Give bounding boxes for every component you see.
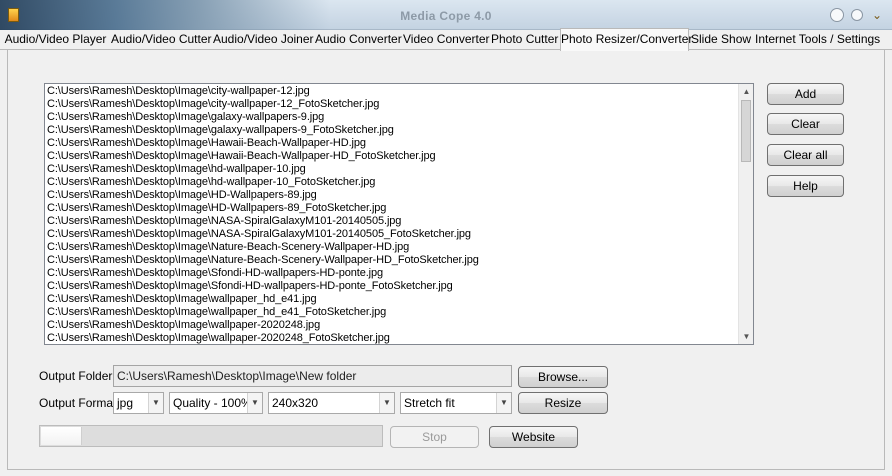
list-item[interactable]: C:\Users\Ramesh\Desktop\Image\wallpaper-… — [47, 332, 479, 344]
list-item[interactable]: C:\Users\Ramesh\Desktop\Image\NASA-Spira… — [47, 215, 479, 228]
list-item[interactable]: C:\Users\Ramesh\Desktop\Image\wallpaper_… — [47, 306, 479, 319]
vertical-scrollbar[interactable]: ▲ ▼ — [738, 84, 753, 344]
tab-photo-cutter[interactable]: Photo Cutter — [491, 30, 558, 50]
fit-select[interactable]: Stretch fit ▼ — [400, 392, 512, 414]
stop-button[interactable]: Stop — [390, 426, 479, 448]
list-item[interactable]: C:\Users\Ramesh\Desktop\Image\Nature-Bea… — [47, 254, 479, 267]
scroll-down-icon[interactable]: ▼ — [739, 329, 753, 344]
window-title: Media Cope 4.0 — [400, 9, 492, 23]
help-button[interactable]: Help — [767, 175, 844, 197]
add-button[interactable]: Add — [767, 83, 844, 105]
list-item[interactable]: C:\Users\Ramesh\Desktop\Image\HD-Wallpap… — [47, 202, 479, 215]
file-listbox[interactable]: C:\Users\Ramesh\Desktop\Image\city-wallp… — [44, 83, 754, 345]
chevron-down-icon[interactable]: ▼ — [148, 393, 163, 413]
list-item[interactable]: C:\Users\Ramesh\Desktop\Image\wallpaper_… — [47, 293, 479, 306]
tab-strip: Audio/Video Player Audio/Video Cutter Au… — [0, 28, 892, 51]
format-select[interactable]: jpg ▼ — [113, 392, 164, 414]
scroll-up-icon[interactable]: ▲ — [739, 84, 753, 99]
clear-button[interactable]: Clear — [767, 113, 844, 135]
list-item[interactable]: C:\Users\Ramesh\Desktop\Image\wallpaper-… — [47, 319, 479, 332]
scrollbar-thumb[interactable] — [741, 100, 751, 162]
list-item[interactable]: C:\Users\Ramesh\Desktop\Image\Nature-Bea… — [47, 241, 479, 254]
title-bar: Media Cope 4.0 ⌄ — [0, 0, 892, 30]
tab-photo-resizer-converter[interactable]: Photo Resizer/Converter — [560, 28, 692, 51]
file-list: C:\Users\Ramesh\Desktop\Image\city-wallp… — [47, 85, 479, 344]
fit-select-value: Stretch fit — [404, 396, 455, 410]
chevron-down-icon[interactable]: ▼ — [379, 393, 394, 413]
format-select-value: jpg — [117, 396, 134, 410]
clear-all-button[interactable]: Clear all — [767, 144, 844, 166]
list-item[interactable]: C:\Users\Ramesh\Desktop\Image\Hawaii-Bea… — [47, 150, 479, 163]
list-item[interactable]: C:\Users\Ramesh\Desktop\Image\galaxy-wal… — [47, 111, 479, 124]
tab-internet-tools-settings[interactable]: Internet Tools / Settings — [755, 30, 880, 50]
list-item[interactable]: C:\Users\Ramesh\Desktop\Image\HD-Wallpap… — [47, 189, 479, 202]
output-folder-label: Output Folder — [39, 369, 113, 383]
browse-button[interactable]: Browse... — [518, 366, 608, 388]
output-folder-field[interactable] — [113, 365, 512, 387]
website-button[interactable]: Website — [489, 426, 578, 448]
list-item[interactable]: C:\Users\Ramesh\Desktop\Image\Sfondi-HD-… — [47, 280, 479, 293]
progress-bar-fill — [41, 427, 82, 445]
list-item[interactable]: C:\Users\Ramesh\Desktop\Image\Sfondi-HD-… — [47, 267, 479, 280]
close-icon[interactable]: ⌄ — [870, 8, 884, 22]
chevron-down-icon[interactable]: ▼ — [247, 393, 262, 413]
size-select[interactable]: 240x320 ▼ — [268, 392, 395, 414]
list-item[interactable]: C:\Users\Ramesh\Desktop\Image\Hawaii-Bea… — [47, 137, 479, 150]
list-item[interactable]: C:\Users\Ramesh\Desktop\Image\city-wallp… — [47, 98, 479, 111]
tab-video-converter[interactable]: Video Converter — [403, 30, 490, 50]
list-item[interactable]: C:\Users\Ramesh\Desktop\Image\galaxy-wal… — [47, 124, 479, 137]
list-item[interactable]: C:\Users\Ramesh\Desktop\Image\city-wallp… — [47, 85, 479, 98]
chevron-down-icon[interactable]: ▼ — [496, 393, 511, 413]
minimize-button[interactable] — [830, 8, 844, 22]
tab-audio-video-cutter[interactable]: Audio/Video Cutter — [111, 30, 212, 50]
tab-audio-converter[interactable]: Audio Converter — [315, 30, 402, 50]
output-format-label: Output Format — [39, 396, 117, 410]
resize-button[interactable]: Resize — [518, 392, 608, 414]
quality-select-value: Quality - 100% — [173, 396, 252, 410]
quality-select[interactable]: Quality - 100% ▼ — [169, 392, 263, 414]
list-item[interactable]: C:\Users\Ramesh\Desktop\Image\hd-wallpap… — [47, 176, 479, 189]
tab-audio-video-player[interactable]: Audio/Video Player — [4, 30, 107, 50]
list-item[interactable]: C:\Users\Ramesh\Desktop\Image\hd-wallpap… — [47, 163, 479, 176]
maximize-button[interactable] — [851, 9, 863, 21]
progress-bar — [39, 425, 383, 447]
list-item[interactable]: C:\Users\Ramesh\Desktop\Image\NASA-Spira… — [47, 228, 479, 241]
tab-slide-show[interactable]: Slide Show — [691, 30, 751, 50]
size-select-value: 240x320 — [272, 396, 319, 410]
tab-audio-video-joiner[interactable]: Audio/Video Joiner — [213, 30, 314, 50]
